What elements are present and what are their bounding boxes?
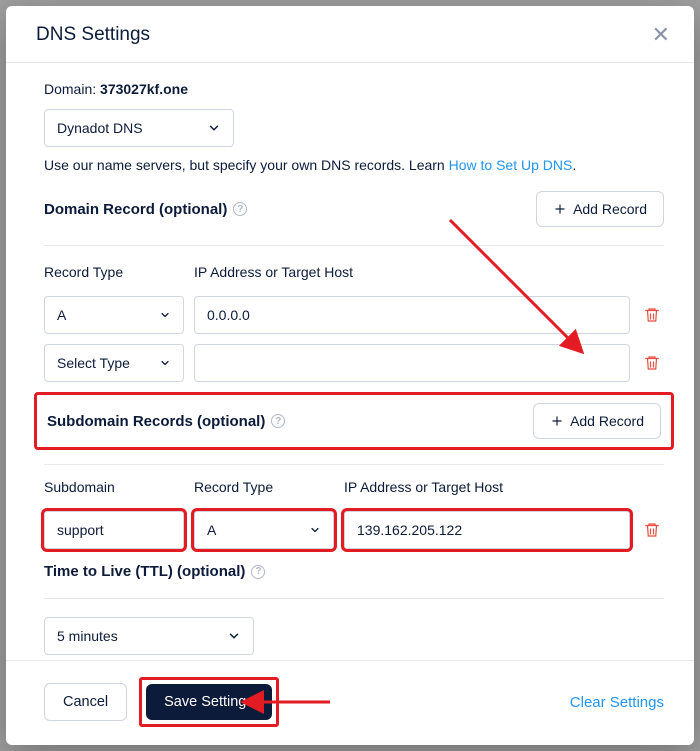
domain-record-column-headers: Record Type IP Address or Target Host bbox=[44, 264, 664, 288]
help-icon[interactable]: ? bbox=[233, 202, 247, 216]
delete-row-button[interactable] bbox=[640, 354, 664, 372]
domain-value: 373027kf.one bbox=[100, 81, 188, 97]
ttl-select[interactable]: 5 minutes bbox=[44, 617, 254, 655]
help-link[interactable]: How to Set Up DNS bbox=[449, 157, 573, 173]
help-icon[interactable]: ? bbox=[271, 414, 285, 428]
add-domain-record-button[interactable]: Add Record bbox=[536, 191, 664, 227]
subdomain-column-headers: Subdomain Record Type IP Address or Targ… bbox=[44, 479, 664, 503]
domain-label: Domain: bbox=[44, 81, 96, 97]
subdomain-ip-input[interactable] bbox=[344, 511, 630, 549]
subdomain-record-type-select[interactable]: A bbox=[194, 511, 334, 549]
chevron-down-icon bbox=[159, 309, 171, 321]
delete-row-button[interactable] bbox=[640, 306, 664, 324]
save-settings-button[interactable]: Save Settings bbox=[146, 684, 271, 720]
dns-provider-value: Dynadot DNS bbox=[57, 120, 143, 136]
plus-icon bbox=[553, 202, 567, 216]
chevron-down-icon bbox=[207, 121, 221, 135]
modal-footer: Cancel Save Settings Clear Settings bbox=[6, 660, 694, 745]
record-type-select[interactable]: A bbox=[44, 296, 184, 334]
trash-icon bbox=[643, 521, 661, 539]
modal-header: DNS Settings ✕ bbox=[6, 6, 694, 63]
subdomain-record-row: A bbox=[44, 511, 664, 549]
ip-target-input[interactable] bbox=[194, 344, 630, 382]
help-text: Use our name servers, but specify your o… bbox=[44, 157, 664, 173]
clear-settings-button[interactable]: Clear Settings bbox=[570, 694, 664, 711]
subdomain-input[interactable] bbox=[44, 511, 184, 549]
chevron-down-icon bbox=[309, 524, 321, 536]
help-icon[interactable]: ? bbox=[251, 565, 265, 579]
col-ip-target: IP Address or Target Host bbox=[344, 479, 630, 495]
ttl-row: 5 minutes Note: Domain propagation can t… bbox=[44, 617, 664, 660]
plus-icon bbox=[550, 414, 564, 428]
cancel-button[interactable]: Cancel bbox=[44, 683, 127, 721]
col-record-type: Record Type bbox=[194, 479, 334, 495]
trash-icon bbox=[643, 306, 661, 324]
ttl-title: Time to Live (TTL) (optional) ? bbox=[44, 563, 664, 580]
ip-target-input[interactable] bbox=[194, 296, 630, 334]
domain-record-title: Domain Record (optional) ? bbox=[44, 201, 247, 218]
add-subdomain-record-button[interactable]: Add Record bbox=[533, 403, 661, 439]
subdomain-record-header: Subdomain Records (optional) ? Add Recor… bbox=[47, 403, 661, 439]
chevron-down-icon bbox=[159, 357, 171, 369]
modal-title: DNS Settings bbox=[36, 24, 150, 46]
modal-body: Domain: 373027kf.one Dynadot DNS Use our… bbox=[6, 63, 694, 660]
domain-record-row: A bbox=[44, 296, 664, 334]
subdomain-record-title: Subdomain Records (optional) ? bbox=[47, 413, 285, 430]
dns-provider-select[interactable]: Dynadot DNS bbox=[44, 109, 234, 147]
col-record-type: Record Type bbox=[44, 264, 184, 280]
save-button-highlight: Save Settings bbox=[139, 677, 278, 727]
subdomain-section-highlight: Subdomain Records (optional) ? Add Recor… bbox=[34, 392, 674, 450]
chevron-down-icon bbox=[227, 629, 241, 643]
record-type-select[interactable]: Select Type bbox=[44, 344, 184, 382]
delete-subdomain-row-button[interactable] bbox=[640, 521, 664, 539]
domain-line: Domain: 373027kf.one bbox=[44, 81, 664, 97]
trash-icon bbox=[643, 354, 661, 372]
domain-record-header: Domain Record (optional) ? Add Record bbox=[44, 191, 664, 227]
dns-settings-modal: DNS Settings ✕ Domain: 373027kf.one Dyna… bbox=[6, 6, 694, 745]
col-subdomain: Subdomain bbox=[44, 479, 184, 495]
domain-record-row: Select Type bbox=[44, 344, 664, 382]
col-ip-target: IP Address or Target Host bbox=[194, 264, 630, 280]
close-icon[interactable]: ✕ bbox=[652, 24, 670, 46]
